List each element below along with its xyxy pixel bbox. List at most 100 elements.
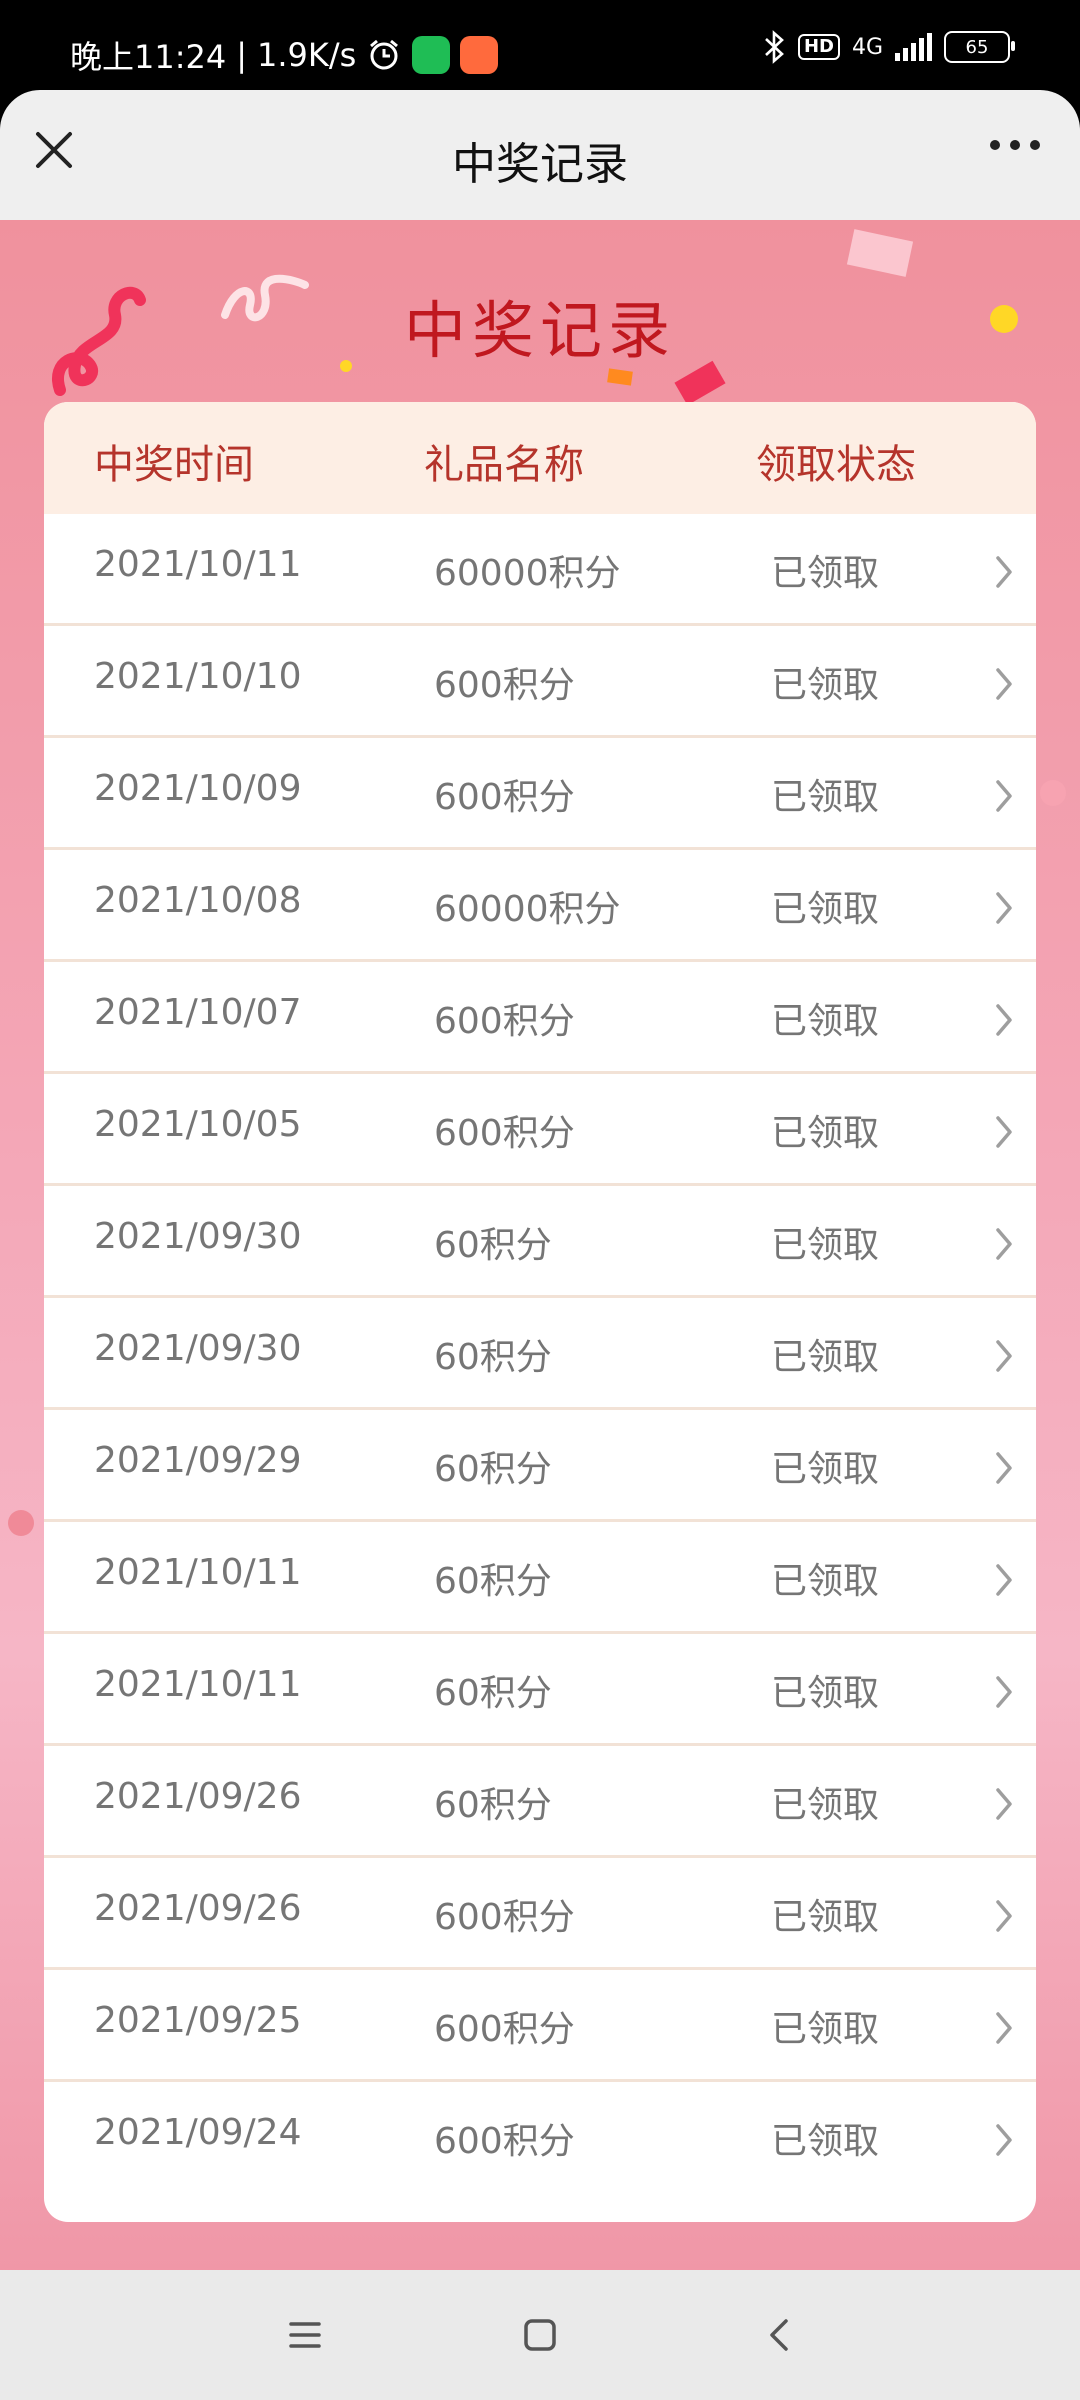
- table-row[interactable]: 2021/09/30 60积分 已领取: [44, 1295, 1036, 1407]
- row-date: 2021/10/11: [94, 1552, 302, 1593]
- table-row[interactable]: 2021/10/08 60000积分 已领取: [44, 847, 1036, 959]
- home-icon[interactable]: [520, 2315, 560, 2355]
- row-date: 2021/09/29: [94, 1440, 302, 1481]
- header-gift: 礼品名称: [424, 442, 584, 488]
- chevron-right-icon[interactable]: [990, 1672, 1018, 1712]
- row-status: 已领取: [771, 2121, 880, 2162]
- nav-bar: 中奖记录: [0, 90, 1080, 220]
- more-icon[interactable]: [990, 140, 1040, 150]
- table-row[interactable]: 2021/10/11 60积分 已领取: [44, 1519, 1036, 1631]
- row-date: 2021/10/10: [94, 656, 302, 697]
- system-nav-bar: [0, 2270, 1080, 2400]
- table-row[interactable]: 2021/10/11 60积分 已领取: [44, 1631, 1036, 1743]
- header-status: 领取状态: [756, 442, 916, 488]
- network-type: 4G: [851, 34, 883, 60]
- row-gift: 60积分: [434, 1225, 552, 1266]
- battery-level: 65: [965, 36, 989, 58]
- chevron-right-icon[interactable]: [990, 1000, 1018, 1040]
- chevron-right-icon[interactable]: [990, 664, 1018, 704]
- row-status: 已领取: [771, 665, 880, 706]
- main-content: 中奖记录 中奖时间 礼品名称 领取状态 2021/10/11 60000积分 已领取…: [0, 220, 1080, 2270]
- table-header: 中奖时间 礼品名称 领取状态: [44, 402, 1036, 514]
- bluetooth-icon: [765, 30, 784, 64]
- table-row[interactable]: 2021/10/11 60000积分 已领取: [44, 514, 1036, 623]
- row-date: 2021/10/09: [94, 768, 302, 809]
- table-row[interactable]: 2021/09/26 60积分 已领取: [44, 1743, 1036, 1855]
- row-status: 已领取: [771, 1785, 880, 1826]
- row-gift: 60000积分: [434, 889, 621, 930]
- row-gift: 60000积分: [434, 553, 621, 594]
- row-date: 2021/10/11: [94, 544, 302, 585]
- table-row[interactable]: 2021/09/24 600积分 已领取: [44, 2079, 1036, 2191]
- row-gift: 60积分: [434, 1337, 552, 1378]
- chevron-right-icon[interactable]: [990, 776, 1018, 816]
- back-icon[interactable]: [760, 2315, 800, 2355]
- chevron-right-icon[interactable]: [990, 1224, 1018, 1264]
- table-row[interactable]: 2021/10/07 600积分 已领取: [44, 959, 1036, 1071]
- row-gift: 60积分: [434, 1785, 552, 1826]
- confetti-decoration: [8, 1510, 34, 1536]
- row-status: 已领取: [771, 1001, 880, 1042]
- row-status: 已领取: [771, 1225, 880, 1266]
- table-row[interactable]: 2021/09/26 600积分 已领取: [44, 1855, 1036, 1967]
- row-gift: 60积分: [434, 1673, 552, 1714]
- confetti-decoration: [607, 368, 633, 386]
- status-right: HD 4G 65: [762, 30, 1015, 64]
- row-status: 已领取: [771, 1561, 880, 1602]
- row-gift: 600积分: [434, 2009, 575, 2050]
- confetti-decoration: [846, 229, 914, 277]
- confetti-decoration: [1040, 780, 1066, 806]
- chevron-right-icon[interactable]: [990, 1112, 1018, 1152]
- status-separator: |: [236, 36, 248, 74]
- alarm-icon: [370, 39, 399, 70]
- row-status: 已领取: [771, 1673, 880, 1714]
- row-status: 已领取: [771, 777, 880, 818]
- row-date: 2021/10/07: [94, 992, 302, 1033]
- row-status: 已领取: [771, 889, 880, 930]
- status-time: 晚上11:24: [70, 38, 227, 76]
- chevron-right-icon[interactable]: [990, 2008, 1018, 2048]
- battery-icon: 65: [944, 31, 1015, 63]
- signal-icon: [895, 33, 932, 61]
- table-row[interactable]: 2021/09/29 60积分 已领取: [44, 1407, 1036, 1519]
- wechat-icon: [412, 36, 451, 74]
- table-row[interactable]: 2021/09/30 60积分 已领取: [44, 1183, 1036, 1295]
- shopping-app-icon: [460, 36, 499, 74]
- page-title: 中奖记录: [403, 294, 676, 367]
- row-date: 2021/09/30: [94, 1216, 302, 1257]
- chevron-right-icon[interactable]: [990, 1896, 1018, 1936]
- row-gift: 60积分: [434, 1561, 552, 1602]
- table-row[interactable]: 2021/10/10 600积分 已领取: [44, 623, 1036, 735]
- row-gift: 60积分: [434, 1449, 552, 1490]
- row-status: 已领取: [771, 1449, 880, 1490]
- status-bar: 晚上11:24 | 1.9K/s HD 4G 65: [0, 0, 1080, 90]
- chevron-right-icon[interactable]: [990, 1784, 1018, 1824]
- row-status: 已领取: [771, 2009, 880, 2050]
- chevron-right-icon[interactable]: [990, 552, 1018, 592]
- table-row[interactable]: 2021/10/09 600积分 已领取: [44, 735, 1036, 847]
- chevron-right-icon[interactable]: [990, 2120, 1018, 2160]
- status-left: 晚上11:24 | 1.9K/s: [70, 32, 499, 78]
- status-speed: 1.9K/s: [257, 36, 357, 74]
- row-gift: 600积分: [434, 665, 575, 706]
- row-gift: 600积分: [434, 1897, 575, 1938]
- row-date: 2021/09/24: [94, 2112, 302, 2153]
- table-row[interactable]: 2021/10/05 600积分 已领取: [44, 1071, 1036, 1183]
- row-date: 2021/10/05: [94, 1104, 302, 1145]
- chevron-right-icon[interactable]: [990, 1560, 1018, 1600]
- chevron-right-icon[interactable]: [990, 1336, 1018, 1376]
- row-date: 2021/10/11: [94, 1664, 302, 1705]
- records-table: 中奖时间 礼品名称 领取状态 2021/10/11 60000积分 已领取 2021/…: [44, 402, 1036, 2222]
- row-date: 2021/09/26: [94, 1776, 302, 1817]
- menu-icon[interactable]: [285, 2315, 325, 2355]
- chevron-right-icon[interactable]: [990, 1448, 1018, 1488]
- row-gift: 600积分: [434, 777, 575, 818]
- chevron-right-icon[interactable]: [990, 888, 1018, 928]
- hd-badge: HD: [797, 34, 840, 60]
- row-gift: 600积分: [434, 1001, 575, 1042]
- row-date: 2021/09/26: [94, 1888, 302, 1929]
- row-gift: 600积分: [434, 2121, 575, 2162]
- nav-title: 中奖记录: [452, 139, 628, 190]
- table-row[interactable]: 2021/09/25 600积分 已领取: [44, 1967, 1036, 2079]
- row-gift: 600积分: [434, 1113, 575, 1154]
